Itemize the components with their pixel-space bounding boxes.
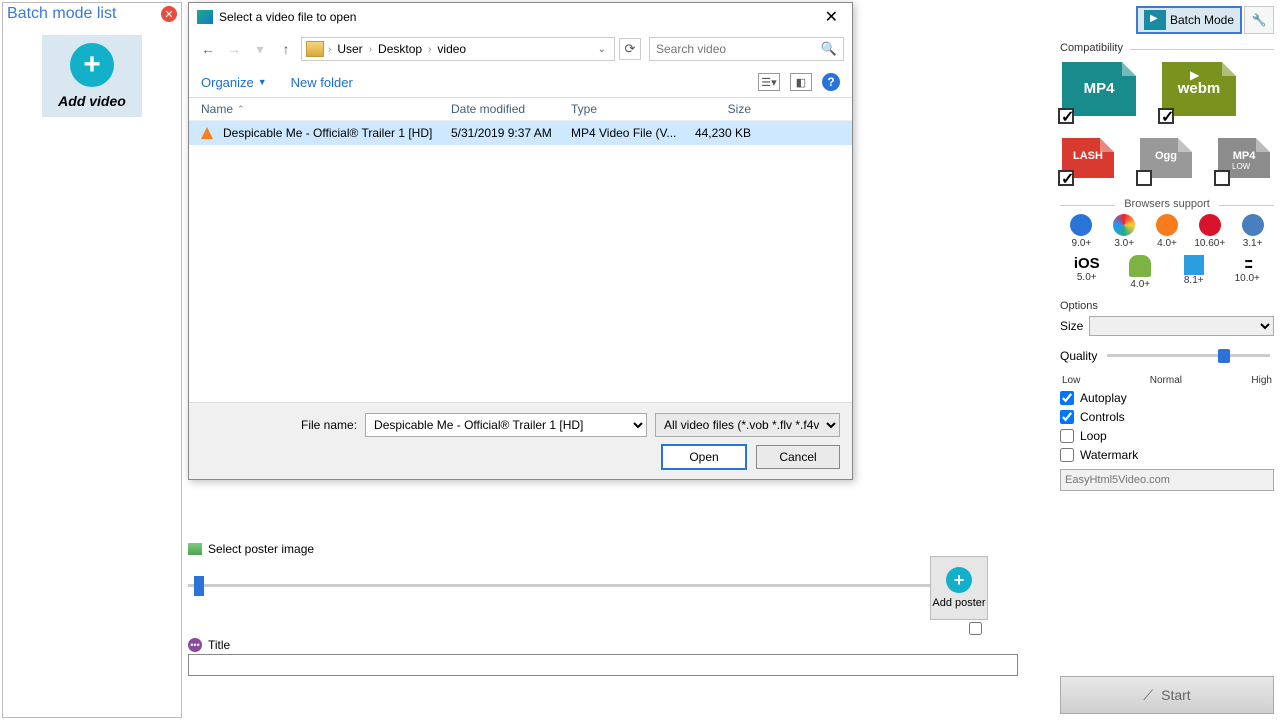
film-icon <box>1144 10 1166 30</box>
format-flash[interactable]: LASH <box>1062 138 1114 184</box>
batch-list-panel: Batch mode list ✕ + Add video <box>2 2 182 718</box>
dialog-title: Select a video file to open <box>219 10 819 24</box>
col-size[interactable]: Size <box>681 102 751 116</box>
help-icon[interactable]: ? <box>822 73 840 91</box>
add-video-label: Add video <box>58 93 126 109</box>
poster-section: Select poster image + Add poster ••• Tit… <box>188 542 1030 676</box>
preview-pane-icon[interactable]: ◧ <box>790 73 812 91</box>
poster-slider[interactable] <box>188 584 938 587</box>
crumb-2[interactable]: Desktop <box>374 42 426 56</box>
checkbox-icon[interactable] <box>1136 170 1152 186</box>
add-video-button[interactable]: + Add video <box>42 35 142 117</box>
col-name[interactable]: Name⌃ <box>201 102 451 116</box>
app-icon <box>197 10 213 24</box>
title-icon: ••• <box>188 638 202 652</box>
plus-icon: + <box>946 567 972 593</box>
android-icon <box>1129 255 1151 277</box>
view-options-icon[interactable]: ☰▾ <box>758 73 780 91</box>
start-button[interactable]: ⟋ Start <box>1060 676 1274 714</box>
folder-icon <box>306 41 324 57</box>
nav-history-icon[interactable]: ▾ <box>249 38 271 60</box>
open-button[interactable]: Open <box>662 445 746 469</box>
checkbox-icon[interactable] <box>1058 170 1074 186</box>
close-batch-icon[interactable]: ✕ <box>161 6 177 22</box>
size-select[interactable] <box>1089 316 1274 336</box>
center-area: Select a video file to open ✕ ← → ▾ ↑ › … <box>188 2 1032 718</box>
controls-checkbox[interactable] <box>1060 410 1074 424</box>
dialog-close-icon[interactable]: ✕ <box>819 7 844 27</box>
refresh-icon[interactable]: ⟳ <box>619 38 641 60</box>
wrench-icon: 🔧 <box>1252 13 1267 27</box>
col-date[interactable]: Date modified <box>451 102 571 116</box>
title-label: Title <box>208 638 230 652</box>
browsers-title: Browsers support <box>1060 198 1274 210</box>
wand-icon: ⟋ <box>1143 687 1153 704</box>
plus-icon: + <box>70 43 114 87</box>
nav-forward-icon: → <box>223 38 245 60</box>
nav-back-icon[interactable]: ← <box>197 38 219 60</box>
ios-icon: iOS <box>1074 255 1100 272</box>
chrome-icon <box>1113 214 1135 236</box>
watermark-input[interactable] <box>1060 469 1274 491</box>
windows-icon <box>1184 255 1204 275</box>
opera-icon <box>1199 214 1221 236</box>
quality-slider[interactable] <box>1107 354 1270 357</box>
search-box[interactable]: 🔍 <box>649 37 844 61</box>
crumb-1[interactable]: User <box>333 42 366 56</box>
checkbox-icon[interactable] <box>1214 170 1230 186</box>
format-webm[interactable]: webm▶ <box>1162 62 1236 122</box>
file-open-dialog: Select a video file to open ✕ ← → ▾ ↑ › … <box>188 2 853 480</box>
ie-icon <box>1070 214 1092 236</box>
quality-slider-thumb[interactable] <box>1218 349 1230 363</box>
poster-checkbox[interactable] <box>969 622 982 635</box>
right-panel: Batch Mode 🔧 Compatibility MP4 webm▶ LAS… <box>1054 0 1280 720</box>
tools-button[interactable]: 🔧 <box>1244 6 1274 34</box>
checkbox-icon[interactable] <box>1058 108 1074 124</box>
file-date: 5/31/2019 9:37 AM <box>451 126 571 140</box>
crumb-3[interactable]: video <box>433 42 470 56</box>
format-mp4[interactable]: MP4 <box>1062 62 1136 122</box>
browser-row-2: iOS5.0+ 4.0+ 8.1+ :::10.0+ <box>1060 255 1274 290</box>
quality-label: Quality <box>1060 349 1097 363</box>
file-row[interactable]: Despicable Me - Official® Trailer 1 [HD]… <box>189 121 852 145</box>
safari-icon <box>1242 214 1264 236</box>
watermark-checkbox[interactable] <box>1060 448 1074 462</box>
poster-slider-thumb[interactable] <box>194 576 204 596</box>
file-type: MP4 Video File (V... <box>571 126 681 140</box>
vlc-cone-icon <box>201 127 213 139</box>
format-ogg[interactable]: Ogg <box>1140 138 1192 184</box>
batch-mode-button[interactable]: Batch Mode <box>1136 6 1242 34</box>
breadcrumb[interactable]: › User › Desktop › video ⌄ <box>301 37 615 61</box>
chevron-down-icon[interactable]: ⌄ <box>594 44 610 55</box>
cancel-button[interactable]: Cancel <box>756 445 840 469</box>
new-folder-button[interactable]: New folder <box>291 75 353 90</box>
select-poster-label: Select poster image <box>208 542 314 556</box>
file-type-filter[interactable]: All video files (*.vob *.flv *.f4v * <box>655 413 840 437</box>
title-input[interactable] <box>188 654 1018 676</box>
size-label: Size <box>1060 319 1083 333</box>
checkbox-icon[interactable] <box>1158 108 1174 124</box>
file-name: Despicable Me - Official® Trailer 1 [HD] <box>223 126 432 140</box>
options-title: Options <box>1060 300 1274 312</box>
file-list: Name⌃ Date modified Type Size Despicable… <box>189 97 852 397</box>
organize-menu[interactable]: Organize ▼ <box>201 75 267 90</box>
chevron-down-icon: ▼ <box>258 77 267 87</box>
autoplay-checkbox[interactable] <box>1060 391 1074 405</box>
blackberry-icon: ::: <box>1244 255 1251 273</box>
compatibility-title: Compatibility <box>1060 42 1274 54</box>
col-type[interactable]: Type <box>571 102 681 116</box>
browser-row-1: 9.0+ 3.0+ 4.0+ 10.60+ 3.1+ <box>1060 214 1274 249</box>
add-poster-button[interactable]: + Add poster <box>930 556 988 620</box>
file-size: 44,230 KB <box>681 126 751 140</box>
format-mp4low[interactable]: MP4LOW <box>1218 138 1270 184</box>
batch-list-title: Batch mode list <box>7 5 161 23</box>
firefox-icon <box>1156 214 1178 236</box>
picture-icon <box>188 543 202 555</box>
file-name-label: File name: <box>301 418 357 432</box>
nav-up-icon[interactable]: ↑ <box>275 38 297 60</box>
file-name-field[interactable]: Despicable Me - Official® Trailer 1 [HD] <box>365 413 647 437</box>
loop-checkbox[interactable] <box>1060 429 1074 443</box>
search-icon: 🔍 <box>821 41 837 57</box>
search-input[interactable] <box>656 42 821 56</box>
